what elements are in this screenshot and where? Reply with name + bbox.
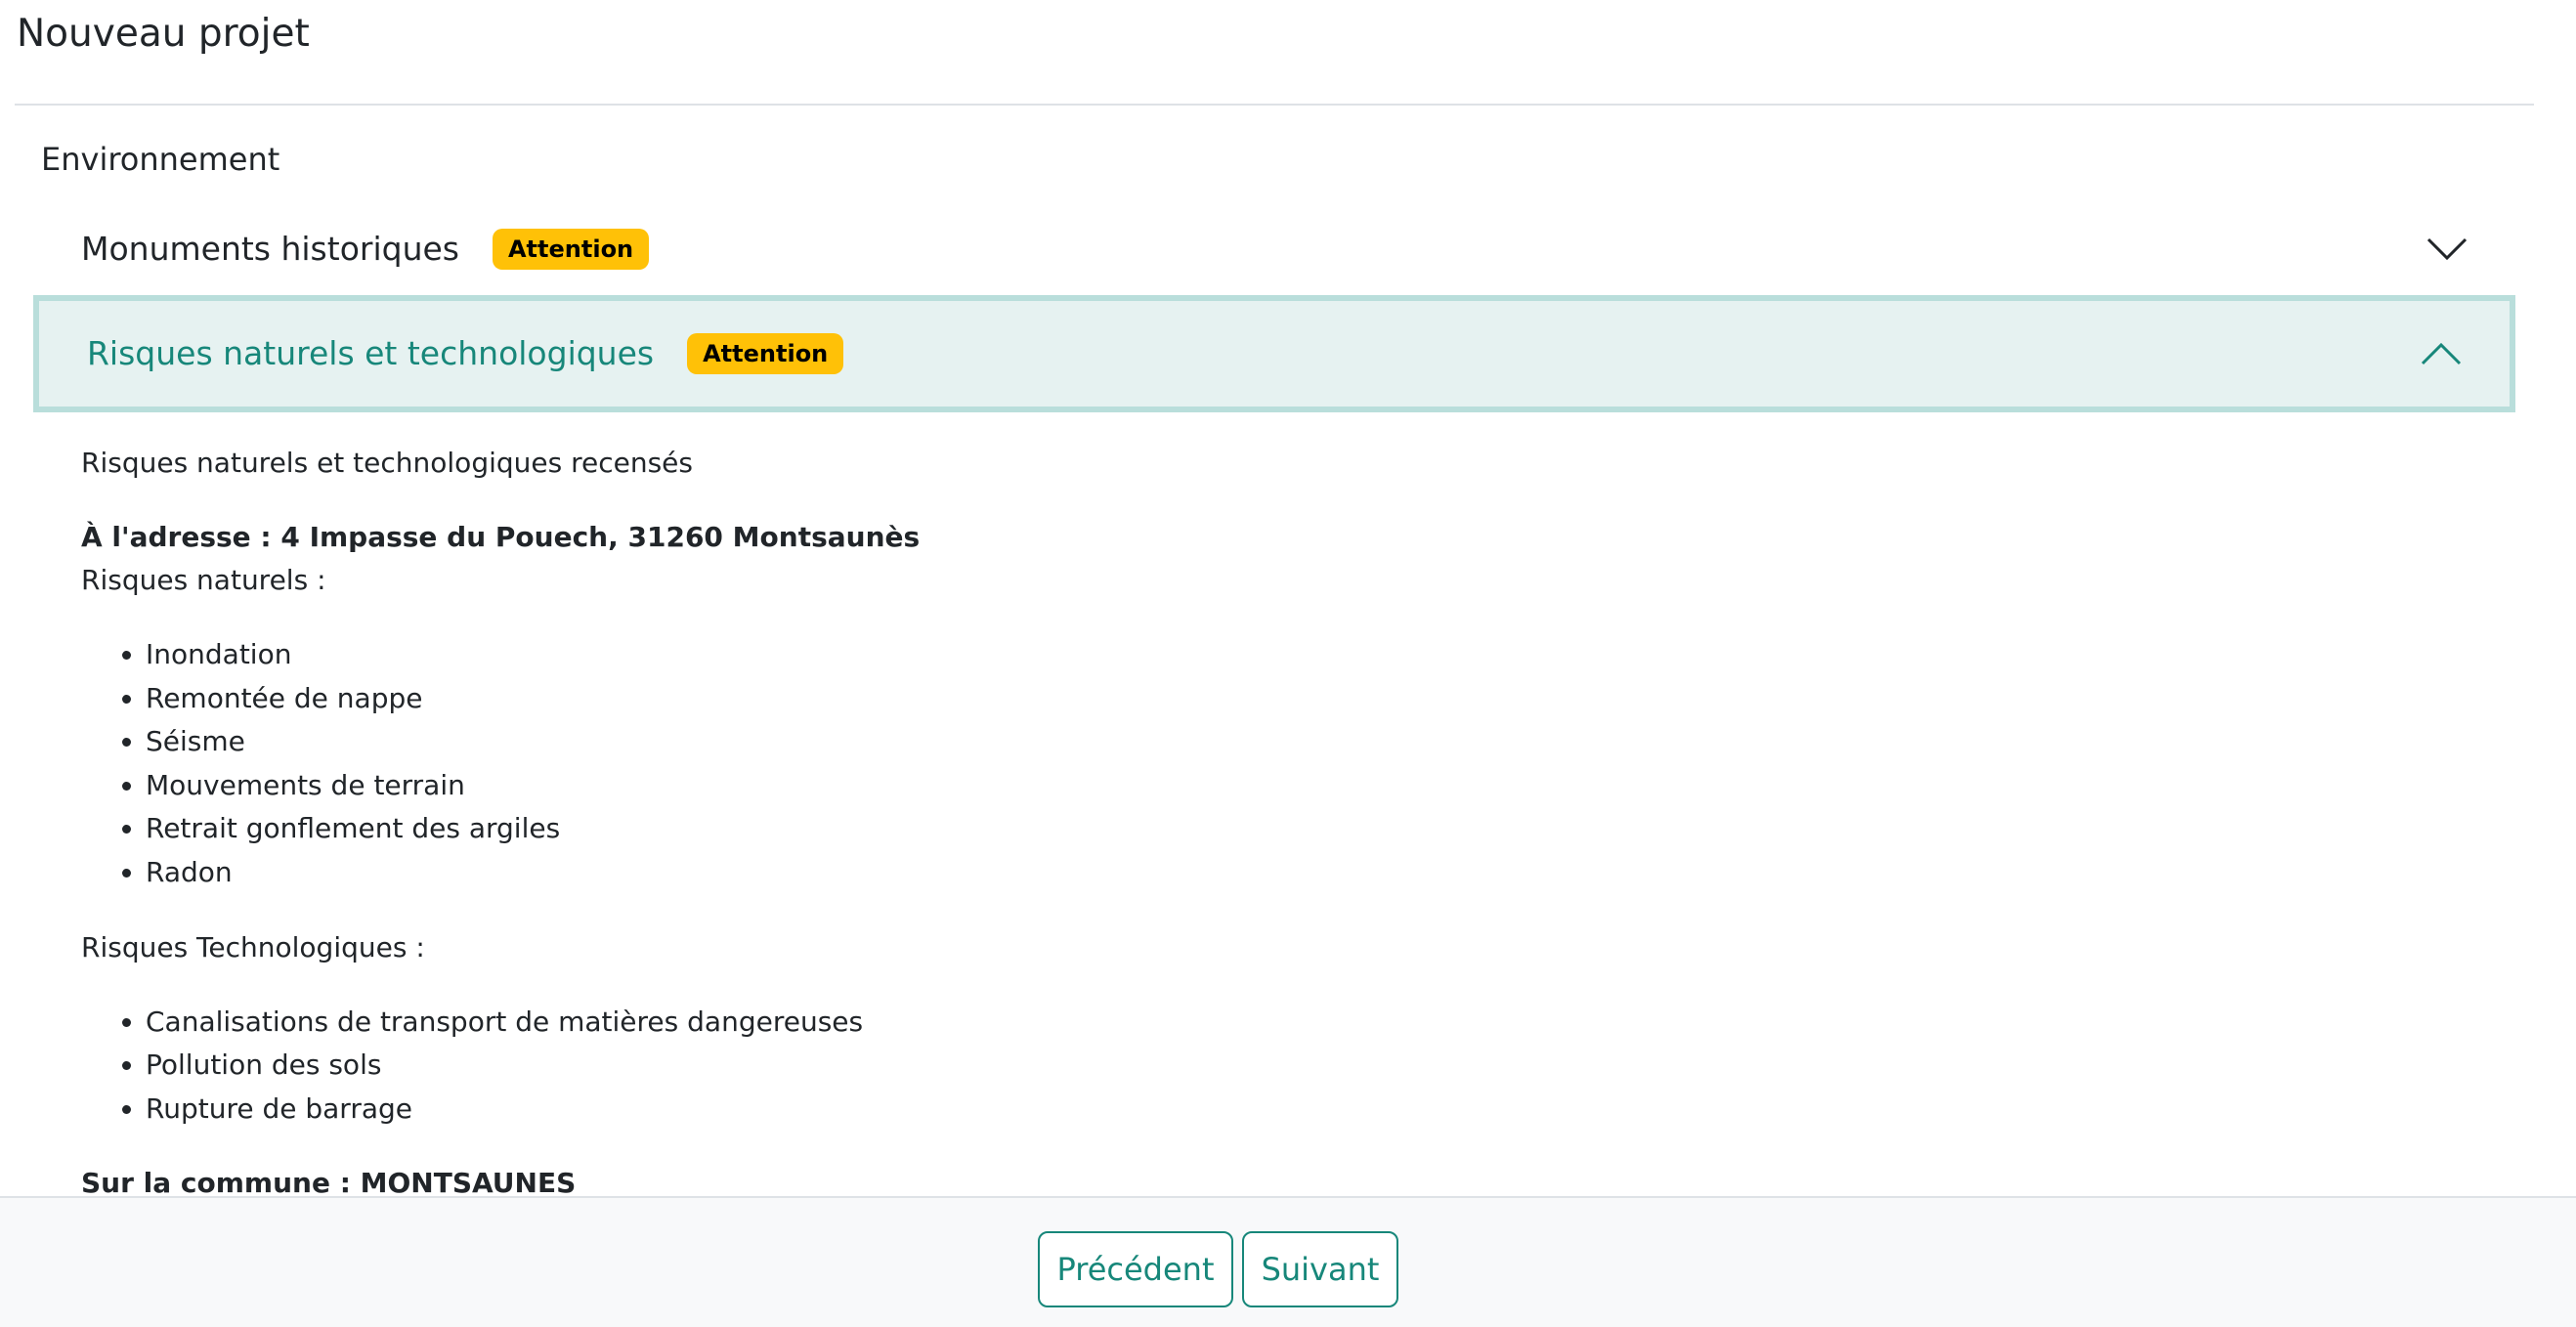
list-item: Canalisations de transport de matières d… — [146, 1001, 2426, 1045]
risques-intro: Risques naturels et technologiques recen… — [81, 447, 693, 479]
page-title: Nouveau projet — [17, 12, 310, 56]
list-item: Rupture de barrage — [146, 1088, 2426, 1132]
list-item: Retrait gonflement des argiles — [146, 807, 2426, 851]
title-divider — [15, 104, 2534, 106]
list-item: Pollution des sols — [146, 1044, 2426, 1088]
risques-naturels-label: Risques naturels : — [81, 564, 326, 596]
risques-technologiques-list: Canalisations de transport de matières d… — [81, 1001, 2426, 1132]
list-item: Mouvements de terrain — [146, 764, 2426, 808]
attention-badge: Attention — [492, 229, 650, 270]
footer-bar: Précédent Suivant — [0, 1196, 2576, 1327]
next-button[interactable]: Suivant — [1242, 1231, 1398, 1307]
attention-badge: Attention — [687, 333, 844, 374]
chevron-up-icon[interactable] — [2420, 341, 2463, 366]
risques-technologiques-label: Risques Technologiques : — [81, 930, 425, 963]
list-item: Séisme — [146, 720, 2426, 764]
chevron-down-icon[interactable] — [2426, 236, 2469, 262]
address-line: À l'adresse : 4 Impasse du Pouech, 31260… — [81, 521, 921, 553]
accordion-monuments-historiques[interactable]: Monuments historiques Attention — [33, 213, 2515, 285]
accordion-title: Monuments historiques — [81, 230, 459, 268]
accordion-title: Risques naturels et technologiques — [87, 334, 655, 372]
accordion-risques-naturels[interactable]: Risques naturels et technologiques Atten… — [33, 295, 2515, 412]
risques-naturels-list: Inondation Remontée de nappe Séisme Mouv… — [81, 633, 2426, 895]
list-item: Remontée de nappe — [146, 677, 2426, 721]
page: Nouveau projet Environnement Monuments h… — [0, 0, 2576, 1327]
accordion-body-risques: Risques naturels et technologiques recen… — [81, 442, 2426, 1205]
section-label: Environnement — [41, 141, 280, 178]
list-item: Inondation — [146, 633, 2426, 677]
previous-button[interactable]: Précédent — [1038, 1231, 1233, 1307]
list-item: Radon — [146, 851, 2426, 895]
